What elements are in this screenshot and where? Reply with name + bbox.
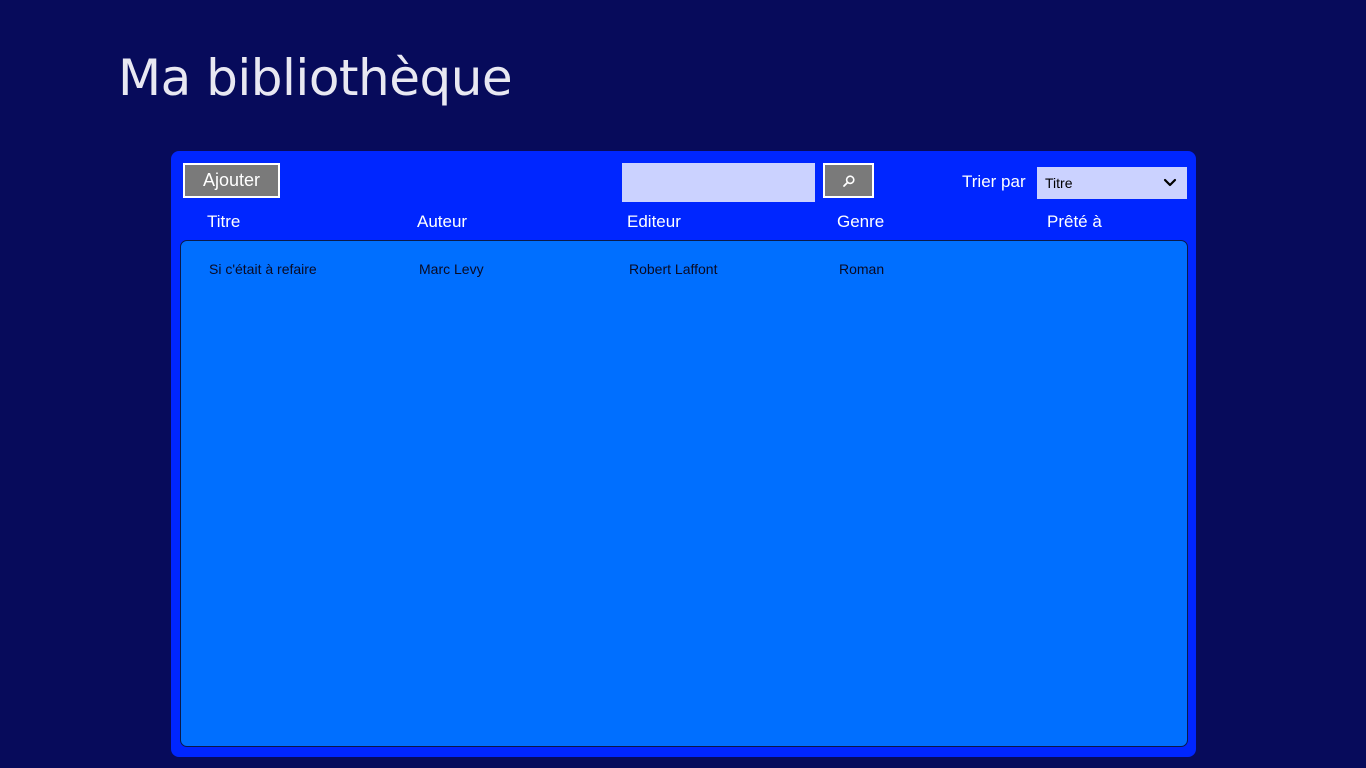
cell-editeur: Robert Laffont: [629, 261, 718, 277]
cell-titre: Si c'était à refaire: [209, 261, 317, 277]
sort-select[interactable]: Titre: [1037, 167, 1187, 199]
column-header-auteur[interactable]: Auteur: [417, 212, 467, 232]
page-title: Ma bibliothèque: [118, 49, 513, 107]
sort-label: Trier par: [962, 172, 1026, 191]
search-icon: [842, 174, 855, 187]
book-list[interactable]: Si c'était à refaire Marc Levy Robert La…: [180, 240, 1188, 747]
sort-value: Titre: [1045, 175, 1073, 191]
column-header-genre[interactable]: Genre: [837, 212, 884, 232]
cell-genre: Roman: [839, 261, 885, 277]
column-header-editeur[interactable]: Editeur: [627, 212, 681, 232]
table-row[interactable]: Si c'était à refaire Marc Levy Robert La…: [181, 261, 1187, 283]
column-header-titre[interactable]: Titre: [207, 212, 240, 232]
chevron-down-icon: [1163, 178, 1177, 187]
library-panel: Ajouter Trier par Titre Titre Auteur Edi…: [171, 151, 1196, 757]
cell-auteur: Marc Levy: [419, 261, 484, 277]
search-button[interactable]: [823, 163, 874, 198]
add-button[interactable]: Ajouter: [183, 163, 280, 198]
search-input[interactable]: [622, 163, 815, 202]
column-header-prete-a[interactable]: Prêté à: [1047, 212, 1102, 232]
